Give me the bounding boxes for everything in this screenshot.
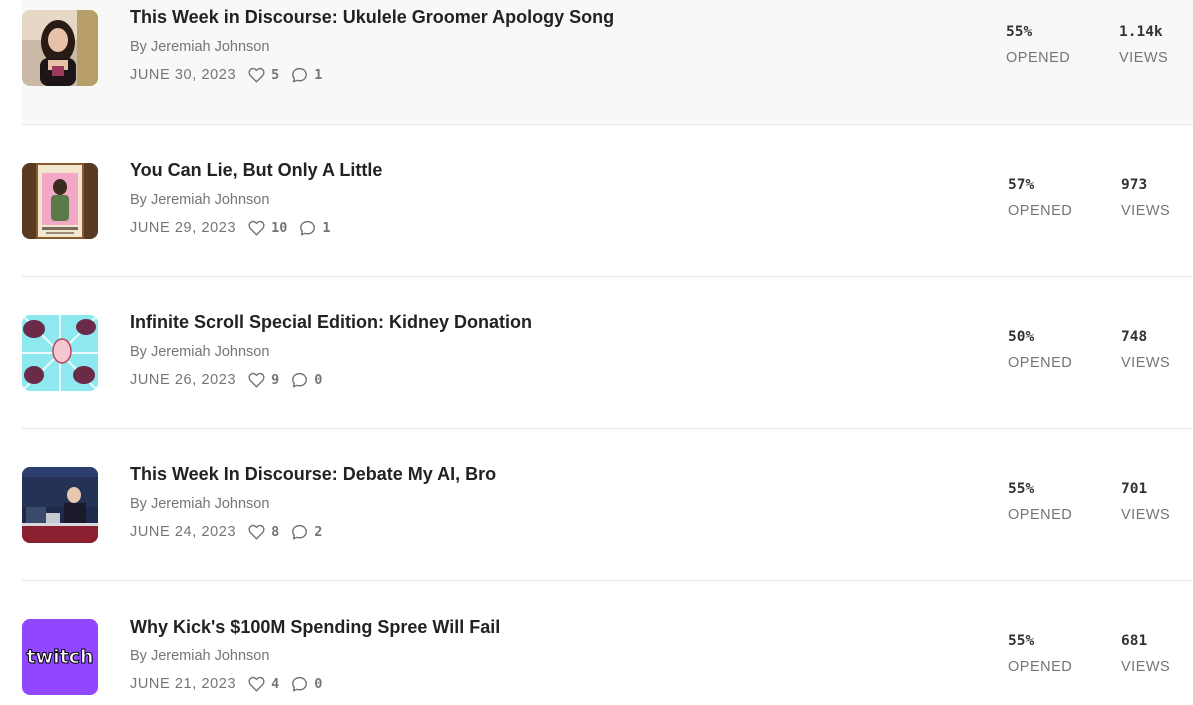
like-count: 8 <box>271 524 280 540</box>
post-date: JUNE 21, 2023 <box>130 676 237 692</box>
comment-count: 0 <box>314 372 323 388</box>
opened-value: 55% <box>1008 633 1035 649</box>
views-label: VIEWS <box>1121 355 1171 371</box>
twitch-logo-text: twitch <box>26 646 93 668</box>
post-date: JUNE 26, 2023 <box>130 372 237 388</box>
views-value: 973 <box>1121 177 1148 193</box>
comment-bubble-icon[interactable] <box>291 676 308 692</box>
comment-bubble-icon[interactable] <box>291 67 308 83</box>
post-row[interactable]: You Can Lie, But Only A Little By Jeremi… <box>22 125 1193 277</box>
opened-label: OPENED <box>1008 203 1073 219</box>
views-stat: 973 VIEWS <box>1121 177 1170 219</box>
views-value: 1.14k <box>1119 24 1163 40</box>
comment-count: 2 <box>314 524 323 540</box>
comment-bubble-icon[interactable] <box>299 220 316 236</box>
opened-stat: 55% OPENED <box>1008 633 1072 675</box>
post-meta: JUNE 24, 2023 8 2 <box>130 524 334 540</box>
opened-stat: 55% OPENED <box>1006 24 1070 66</box>
post-row[interactable]: twitch Why Kick's $100M Spending Spree W… <box>22 581 1193 705</box>
comment-count: 0 <box>314 676 323 692</box>
heart-icon[interactable] <box>248 524 265 540</box>
opened-label: OPENED <box>1008 355 1073 371</box>
post-row[interactable]: This Week In Discourse: Debate My AI, Br… <box>22 429 1193 581</box>
heart-icon[interactable] <box>248 676 265 692</box>
comment-count: 1 <box>322 220 331 236</box>
like-count: 4 <box>271 676 280 692</box>
views-label: VIEWS <box>1121 659 1171 675</box>
post-title[interactable]: This Week In Discourse: Debate My AI, Br… <box>130 464 496 485</box>
post-thumbnail[interactable] <box>22 163 98 239</box>
opened-label: OPENED <box>1006 50 1071 66</box>
tarot-card-image <box>22 163 98 239</box>
like-count: 9 <box>271 372 280 388</box>
opened-label: OPENED <box>1008 659 1073 675</box>
post-thumbnail[interactable]: twitch <box>22 619 98 695</box>
post-title[interactable]: Why Kick's $100M Spending Spree Will Fai… <box>130 617 500 638</box>
girl-portrait-image <box>22 10 98 86</box>
post-date: JUNE 30, 2023 <box>130 67 237 83</box>
twitch-logo-image: twitch <box>22 619 98 695</box>
views-label: VIEWS <box>1121 507 1171 523</box>
views-label: VIEWS <box>1121 203 1171 219</box>
comment-bubble-icon[interactable] <box>291 372 308 388</box>
opened-stat: 57% OPENED <box>1008 177 1072 219</box>
post-title[interactable]: Infinite Scroll Special Edition: Kidney … <box>130 312 532 333</box>
post-thumbnail[interactable] <box>22 315 98 391</box>
views-stat: 1.14k VIEWS <box>1119 24 1168 66</box>
post-title[interactable]: You Can Lie, But Only A Little <box>130 160 382 181</box>
heart-icon[interactable] <box>248 372 265 388</box>
views-stat: 748 VIEWS <box>1121 329 1170 371</box>
post-author: By Jeremiah Johnson <box>130 648 270 664</box>
post-author: By Jeremiah Johnson <box>130 192 270 208</box>
views-value: 701 <box>1121 481 1148 497</box>
post-thumbnail[interactable] <box>22 467 98 543</box>
opened-value: 55% <box>1006 24 1033 40</box>
post-meta: JUNE 29, 2023 10 1 <box>130 220 343 236</box>
views-stat: 681 VIEWS <box>1121 633 1170 675</box>
like-count: 5 <box>271 67 280 83</box>
post-author: By Jeremiah Johnson <box>130 39 270 55</box>
opened-stat: 50% OPENED <box>1008 329 1072 371</box>
post-title[interactable]: This Week in Discourse: Ukulele Groomer … <box>130 7 614 28</box>
heart-icon[interactable] <box>248 67 265 83</box>
like-count: 10 <box>271 220 288 236</box>
post-date: JUNE 24, 2023 <box>130 524 237 540</box>
post-list: This Week in Discourse: Ukulele Groomer … <box>0 0 1193 705</box>
post-meta: JUNE 30, 2023 5 1 <box>130 67 334 83</box>
opened-value: 57% <box>1008 177 1035 193</box>
post-thumbnail[interactable] <box>22 10 98 86</box>
opened-value: 55% <box>1008 481 1035 497</box>
opened-stat: 55% OPENED <box>1008 481 1072 523</box>
heart-icon[interactable] <box>248 220 265 236</box>
post-row[interactable]: This Week in Discourse: Ukulele Groomer … <box>22 0 1193 125</box>
post-author: By Jeremiah Johnson <box>130 344 270 360</box>
debate-stage-image <box>22 467 98 543</box>
comment-count: 1 <box>314 67 323 83</box>
post-meta: JUNE 26, 2023 9 0 <box>130 372 334 388</box>
post-date: JUNE 29, 2023 <box>130 220 237 236</box>
kidney-illustration-image <box>22 315 98 391</box>
post-row[interactable]: Infinite Scroll Special Edition: Kidney … <box>22 277 1193 429</box>
views-stat: 701 VIEWS <box>1121 481 1170 523</box>
opened-value: 50% <box>1008 329 1035 345</box>
views-label: VIEWS <box>1119 50 1169 66</box>
views-value: 681 <box>1121 633 1148 649</box>
post-author: By Jeremiah Johnson <box>130 496 270 512</box>
views-value: 748 <box>1121 329 1148 345</box>
comment-bubble-icon[interactable] <box>291 524 308 540</box>
opened-label: OPENED <box>1008 507 1073 523</box>
post-meta: JUNE 21, 2023 4 0 <box>130 676 334 692</box>
